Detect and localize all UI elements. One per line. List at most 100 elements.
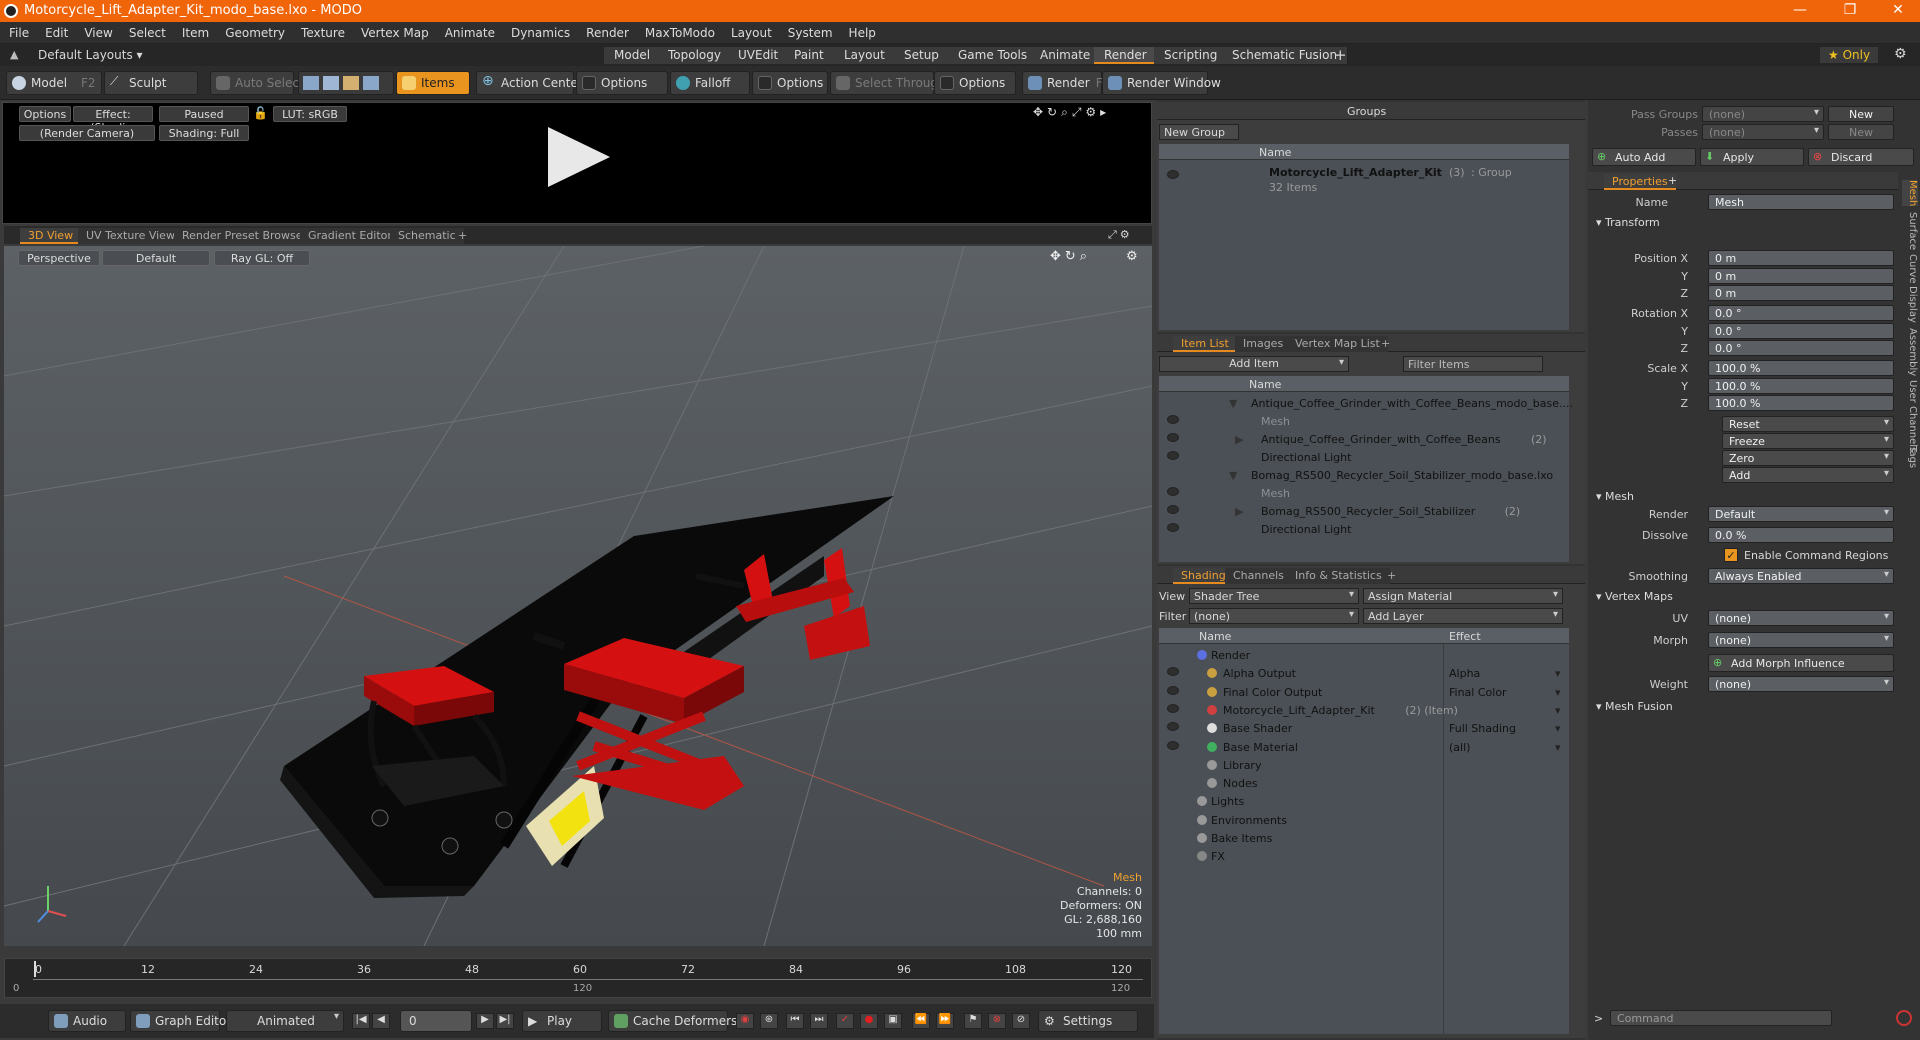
- visibility-icon[interactable]: [1167, 667, 1179, 677]
- layer-effect[interactable]: Alpha: [1449, 667, 1480, 680]
- falloff-options-button[interactable]: Options: [752, 71, 828, 95]
- view-dropdown[interactable]: Shader Tree: [1189, 588, 1359, 604]
- side-tab-user-channels[interactable]: User Channels: [1902, 380, 1918, 452]
- filter-items-input[interactable]: Filter Items: [1403, 356, 1543, 372]
- assign-material-dropdown[interactable]: Assign Material: [1363, 588, 1563, 604]
- zero-dropdown[interactable]: Zero: [1722, 450, 1894, 466]
- vertex-maps-section[interactable]: ▾ Vertex Maps: [1596, 590, 1673, 603]
- effect-dropdown-icon[interactable]: ▾: [1555, 667, 1561, 680]
- prev-marker-button[interactable]: ⏪: [912, 1013, 930, 1029]
- group-row[interactable]: Motorcycle_Lift_Adapter_Kit (3) : Group …: [1159, 162, 1569, 196]
- menu-help[interactable]: Help: [840, 22, 883, 40]
- menu-layout[interactable]: Layout: [722, 22, 779, 40]
- add-view-tab-button[interactable]: +: [450, 228, 475, 244]
- scale-z-field[interactable]: 100.0 %: [1708, 395, 1894, 411]
- rotation-z-field[interactable]: 0.0 °: [1708, 340, 1894, 356]
- menu-maxtomodo[interactable]: MaxToModo: [636, 22, 722, 40]
- shader-row[interactable]: Motorcycle_Lift_Adapter_Kit (2) (Item) ▾: [1159, 701, 1569, 719]
- visibility-icon[interactable]: [1167, 722, 1179, 732]
- lut-dropdown[interactable]: LUT: sRGB: [273, 106, 347, 122]
- effect-dropdown-icon[interactable]: ▾: [1555, 741, 1561, 754]
- graph-editor-button[interactable]: Graph Editor: [130, 1010, 231, 1032]
- next-key-button[interactable]: ⏭: [810, 1013, 828, 1029]
- key-icon[interactable]: ◉: [736, 1013, 754, 1029]
- items-mode-button[interactable]: Items: [396, 71, 470, 95]
- side-tab-surface[interactable]: Surface: [1902, 212, 1918, 250]
- next-frame-button[interactable]: ▶: [476, 1013, 494, 1029]
- tab-images[interactable]: Images: [1235, 336, 1292, 352]
- menu-animate[interactable]: Animate: [436, 22, 502, 40]
- shader-row[interactable]: Base Material (all) ▾: [1159, 738, 1569, 756]
- shader-row[interactable]: Alpha Output Alpha ▾: [1159, 664, 1569, 682]
- side-tab-curve[interactable]: Curve: [1902, 254, 1918, 284]
- viewport-panel-controls[interactable]: ⤢⚙: [1108, 228, 1133, 242]
- dissolve-field[interactable]: 0.0 %: [1708, 527, 1894, 543]
- tab-setup[interactable]: Setup: [894, 47, 950, 64]
- channel-key-button[interactable]: ⚑: [964, 1013, 982, 1029]
- visibility-icon[interactable]: [1167, 703, 1179, 713]
- menu-dynamics[interactable]: Dynamics: [502, 22, 577, 40]
- visibility-icon[interactable]: [1167, 685, 1179, 695]
- render-button[interactable]: RenderF9: [1022, 71, 1110, 95]
- discard-button[interactable]: ⊗ Discard: [1808, 148, 1914, 166]
- animated-dropdown[interactable]: Animated: [226, 1010, 344, 1032]
- effect-dropdown-icon[interactable]: ▾: [1555, 686, 1561, 699]
- visibility-icon[interactable]: [1167, 523, 1179, 532]
- new-pass-button[interactable]: New: [1828, 124, 1894, 140]
- mesh-section[interactable]: ▾ Mesh: [1596, 490, 1634, 503]
- menu-render[interactable]: Render: [577, 22, 636, 40]
- stop-command-icon[interactable]: [1896, 1010, 1912, 1026]
- rotation-y-field[interactable]: 0.0 °: [1708, 323, 1894, 339]
- shader-row[interactable]: Lights: [1159, 792, 1569, 810]
- list-item[interactable]: ▼ Antique_Coffee_Grinder_with_Coffee_Bean…: [1159, 394, 1573, 412]
- tab-3d-view[interactable]: 3D View: [20, 228, 82, 244]
- command-input[interactable]: Command: [1610, 1010, 1832, 1026]
- tab-layout[interactable]: Layout: [834, 47, 896, 64]
- visibility-icon[interactable]: [1167, 487, 1179, 496]
- shader-row[interactable]: Library: [1159, 756, 1569, 774]
- add-properties-tab[interactable]: +: [1668, 174, 1677, 187]
- clear-keys-button[interactable]: ⊘: [1012, 1013, 1030, 1029]
- visibility-icon[interactable]: [1167, 433, 1179, 442]
- position-x-field[interactable]: 0 m: [1708, 250, 1894, 266]
- play-icon[interactable]: [548, 127, 610, 187]
- tab-animate[interactable]: Animate: [1030, 47, 1102, 64]
- visibility-icon[interactable]: [1167, 505, 1179, 514]
- freeze-dropdown[interactable]: Freeze: [1722, 433, 1894, 449]
- select-through-button[interactable]: Select Through: [830, 71, 946, 95]
- list-item[interactable]: Mesh: [1159, 484, 1569, 502]
- side-tab-mesh[interactable]: Mesh: [1902, 180, 1918, 207]
- minimize-button[interactable]: —: [1780, 2, 1820, 20]
- smoothing-dropdown[interactable]: Always Enabled: [1708, 568, 1894, 584]
- mesh-fusion-section[interactable]: ▾ Mesh Fusion: [1596, 700, 1673, 713]
- visibility-icon[interactable]: [1167, 740, 1179, 750]
- list-item[interactable]: Directional Light: [1159, 520, 1569, 538]
- autokey-icon[interactable]: ⊛: [760, 1013, 778, 1029]
- add-item-dropdown[interactable]: Add Item: [1159, 356, 1349, 372]
- side-tab-assembly[interactable]: Assembly: [1902, 328, 1918, 376]
- add-list-tab-button[interactable]: +: [1373, 336, 1398, 352]
- list-item[interactable]: Mesh: [1159, 412, 1569, 430]
- collapse-arrow-icon[interactable]: ▼: [1229, 469, 1237, 482]
- gear-icon[interactable]: ⚙: [1894, 46, 1907, 62]
- effect-dropdown-icon[interactable]: ▾: [1555, 704, 1561, 717]
- tab-scripting[interactable]: Scripting: [1154, 47, 1229, 64]
- position-z-field[interactable]: 0 m: [1708, 285, 1894, 301]
- shader-row[interactable]: Environments: [1159, 811, 1569, 829]
- command-expand-icon[interactable]: >: [1594, 1012, 1603, 1025]
- passes-dropdown[interactable]: (none): [1702, 124, 1824, 140]
- layer-effect[interactable]: Full Shading: [1449, 722, 1516, 735]
- layer-effect[interactable]: (all): [1449, 741, 1470, 754]
- render-window-button[interactable]: Render Window: [1102, 71, 1221, 95]
- new-pass-group-button[interactable]: New: [1828, 106, 1894, 122]
- action-center-button[interactable]: ⊕ Action Center: [476, 71, 583, 95]
- tab-uvedit[interactable]: UVEdit: [728, 47, 790, 64]
- list-item[interactable]: Directional Light: [1159, 448, 1569, 466]
- command-regions-checkbox[interactable]: ✓: [1724, 548, 1738, 562]
- shader-row[interactable]: FX: [1159, 847, 1569, 865]
- prev-frame-button[interactable]: ◀: [372, 1013, 390, 1029]
- name-field[interactable]: Mesh: [1708, 194, 1894, 210]
- materials-icon[interactable]: [363, 76, 379, 90]
- expand-arrow-icon[interactable]: ▶: [1235, 505, 1243, 518]
- shading-dropdown[interactable]: Shading: Full: [159, 125, 249, 141]
